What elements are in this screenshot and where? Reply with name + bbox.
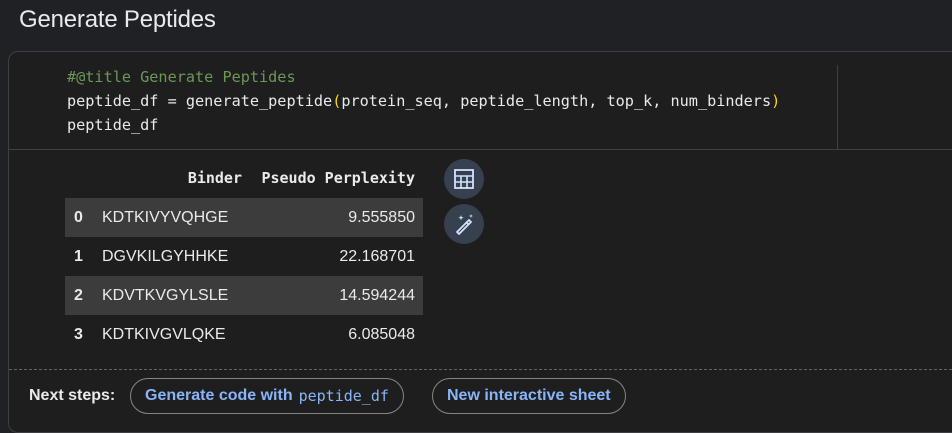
code-comment: #@title Generate Peptides <box>67 68 296 86</box>
code-function: generate_peptide <box>185 92 333 110</box>
table-row: 2 KDVTKVGYLSLE 14.594244 <box>65 276 423 315</box>
column-header-index <box>65 158 94 198</box>
suggest-charts-button[interactable] <box>444 204 484 244</box>
binder-cell: DGVKILGYHHKE <box>102 247 229 265</box>
chip-label: New interactive sheet <box>447 387 611 404</box>
section-title: Generate Peptides <box>19 6 216 33</box>
convert-to-interactive-table-button[interactable] <box>444 159 484 199</box>
table-row: 1 DGVKILGYHHKE 22.168701 <box>65 237 423 276</box>
table-row: 0 KDTKIVYVQHGE 9.555850 <box>65 198 423 237</box>
binder-cell: KDTKIVYVQHGE <box>94 198 250 237</box>
row-index: 1 <box>74 247 83 265</box>
code-text[interactable]: #@title Generate Peptides peptide_df = g… <box>67 65 780 137</box>
binder-cell: KDTKIVGVLQKE <box>102 325 226 343</box>
table-icon <box>454 169 474 189</box>
table-header-row: Binder Pseudo Perplexity <box>65 158 423 198</box>
binder-cell: KDVTKVGYLSLE <box>94 276 250 315</box>
code-args: protein_seq, peptide_length, top_k, num_… <box>341 92 772 110</box>
row-index: 2 <box>65 276 94 315</box>
chip-code: peptide_df <box>298 387 389 405</box>
magic-wand-icon <box>456 214 473 235</box>
table-row: 3 KDTKIVGVLQKE 6.085048 <box>65 315 423 354</box>
column-header-binder: Binder <box>187 169 242 187</box>
generate-code-chip[interactable]: Generate code with peptide_df <box>130 378 404 414</box>
column-header-perplexity: Pseudo Perplexity <box>261 169 415 187</box>
perplexity-cell: 22.168701 <box>339 247 415 265</box>
chip-label: Generate code with <box>145 387 293 404</box>
code-output-var: peptide_df <box>67 116 159 134</box>
next-steps-label: Next steps: <box>29 387 116 404</box>
code-editor[interactable]: #@title Generate Peptides peptide_df = g… <box>59 65 838 149</box>
new-interactive-sheet-chip[interactable]: New interactive sheet <box>432 378 626 414</box>
output-divider <box>9 149 952 150</box>
next-steps-divider <box>9 369 952 370</box>
perplexity-cell: 14.594244 <box>250 276 423 315</box>
dataframe-table: Binder Pseudo Perplexity 0 KDTKIVYVQHGE … <box>65 158 423 354</box>
perplexity-cell: 6.085048 <box>348 325 415 343</box>
code-var: peptide_df <box>67 92 159 110</box>
row-index: 0 <box>65 198 94 237</box>
perplexity-cell: 9.555850 <box>250 198 423 237</box>
row-index: 3 <box>74 325 83 343</box>
